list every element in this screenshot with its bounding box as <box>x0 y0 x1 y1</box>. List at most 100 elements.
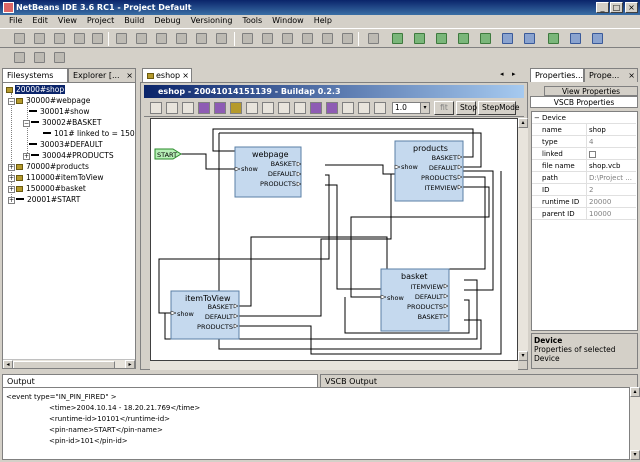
tree-scroll-thumb[interactable] <box>13 361 115 368</box>
menu-help[interactable]: Help <box>309 15 337 27</box>
diagram-vertical-scrollbar[interactable]: ▴ ▾ <box>518 118 528 361</box>
tree-node-shop[interactable]: 20000#shop <box>6 85 66 95</box>
output-console[interactable]: <event type="IN_PIN_FIRED" > <time>2004.… <box>2 387 630 460</box>
step-icon[interactable] <box>182 102 194 114</box>
close-tab-icon[interactable]: × <box>628 69 635 82</box>
paste-icon[interactable] <box>156 33 167 44</box>
home-icon[interactable] <box>166 102 178 114</box>
back-icon[interactable] <box>358 102 370 114</box>
property-row[interactable]: runtime ID 20000 <box>532 196 636 208</box>
property-row[interactable]: parent ID 10000 <box>532 208 636 220</box>
run-icon[interactable] <box>342 33 353 44</box>
collapse-icon[interactable]: − <box>23 119 30 127</box>
menu-view[interactable]: View <box>53 15 82 27</box>
tab-filesystems[interactable]: Filesystems <box>2 68 68 82</box>
tab-vscb-output[interactable]: VSCB Output <box>320 374 638 388</box>
print-icon[interactable] <box>92 33 103 44</box>
toggle-breakpoint-icon[interactable] <box>502 33 513 44</box>
forward-icon[interactable] <box>374 102 386 114</box>
add-device-icon[interactable] <box>230 102 242 114</box>
stop-icon[interactable] <box>150 102 162 114</box>
close-tab-icon[interactable]: × <box>126 69 133 82</box>
scroll-up-icon[interactable]: ▴ <box>518 118 528 128</box>
close-tab-icon[interactable]: × <box>182 69 189 82</box>
device-node-webpage[interactable]: webpage show BASKET DEFAULT PRODUCTS <box>234 146 302 198</box>
expand-icon[interactable]: + <box>23 152 30 160</box>
build-icon[interactable] <box>262 33 273 44</box>
redo-icon[interactable] <box>216 33 227 44</box>
start-pin[interactable]: START <box>154 148 182 160</box>
collapse-icon[interactable]: − <box>534 112 540 123</box>
tree-node-webpage[interactable]: −30000#webpage <box>8 96 91 106</box>
scroll-up-icon[interactable]: ▴ <box>630 387 640 397</box>
menu-versioning[interactable]: Versioning <box>186 15 238 27</box>
pause-icon[interactable] <box>480 33 491 44</box>
device-node-itemtoview[interactable]: itemToView show BASKET DEFAULT PRODUCTS <box>170 290 240 340</box>
new-icon[interactable] <box>14 33 25 44</box>
step-into-icon[interactable] <box>392 33 403 44</box>
tab-explorer[interactable]: Explorer [... × <box>68 68 136 82</box>
delete-icon[interactable] <box>176 33 187 44</box>
menu-file[interactable]: File <box>4 15 27 27</box>
undo-icon[interactable] <box>196 33 207 44</box>
execute-icon[interactable] <box>302 33 313 44</box>
debug-icon[interactable] <box>322 33 333 44</box>
menu-build[interactable]: Build <box>119 15 149 27</box>
diagram-horizontal-scrollbar[interactable] <box>150 361 518 370</box>
disabled-tool-icon[interactable] <box>294 102 306 114</box>
tree-node-basket[interactable]: +150000#basket <box>8 184 87 194</box>
zoom-select[interactable]: 1.0 ▾ <box>392 102 430 114</box>
property-section[interactable]: − Device <box>532 112 636 124</box>
fix-icon[interactable] <box>548 33 559 44</box>
attach-debugger-icon[interactable] <box>592 33 603 44</box>
scroll-right-icon[interactable]: ▸ <box>125 360 135 368</box>
cut-icon[interactable] <box>116 33 127 44</box>
collapse-icon[interactable]: − <box>8 97 15 105</box>
tab-properties-2[interactable]: Prope... × <box>584 68 638 82</box>
menu-tools[interactable]: Tools <box>237 15 267 27</box>
tree-node-products[interactable]: +70000#products <box>8 162 90 172</box>
device-node-products[interactable]: products show BASKET DEFAULT PRODUCTS IT… <box>394 140 464 202</box>
output-vertical-scrollbar[interactable]: ▴ ▾ <box>630 387 640 460</box>
compile-icon[interactable] <box>282 33 293 44</box>
scroll-left-icon[interactable]: ◂ <box>3 360 13 368</box>
tab-vscb-properties[interactable]: VSCB Properties <box>530 96 638 108</box>
tree-node-basket-pin[interactable]: −30002#BASKET <box>23 118 102 128</box>
linked-checkbox[interactable] <box>589 150 596 158</box>
property-row[interactable]: type 4 <box>532 136 636 148</box>
tree-node-default-pin[interactable]: 30003#DEFAULT <box>29 140 104 150</box>
pin-tool-2-icon[interactable] <box>326 102 338 114</box>
delete-element-icon[interactable] <box>278 102 290 114</box>
find-icon[interactable] <box>242 33 253 44</box>
link-tool-icon[interactable] <box>246 102 258 114</box>
tab-scroll-right-icon[interactable]: ▸ <box>512 70 516 78</box>
menu-debug[interactable]: Debug <box>149 15 185 27</box>
copy-icon[interactable] <box>136 33 147 44</box>
tab-output[interactable]: Output <box>2 374 318 388</box>
run-to-cursor-icon[interactable] <box>458 33 469 44</box>
diagram-canvas[interactable]: START webpage show BASKET DEFAULT PRODUC… <box>150 118 518 361</box>
property-row[interactable]: file name shop.vcb <box>532 160 636 172</box>
tree-node-start[interactable]: +20001#START <box>8 195 81 205</box>
add-output-pin-icon[interactable] <box>214 102 226 114</box>
save-icon[interactable] <box>54 33 65 44</box>
stepmode-button[interactable]: StepMode <box>478 101 520 115</box>
pin-tool-icon[interactable] <box>310 102 322 114</box>
tab-eshop[interactable]: eshop × <box>142 68 192 82</box>
device-node-basket[interactable]: basket show ITEMVIEW DEFAULT PRODUCTS BA… <box>380 268 450 332</box>
add-input-pin-icon[interactable] <box>198 102 210 114</box>
property-row[interactable]: linked <box>532 148 636 160</box>
new-watch-icon[interactable] <box>524 33 535 44</box>
menu-project[interactable]: Project <box>82 15 119 27</box>
property-row[interactable]: name shop <box>532 124 636 136</box>
expand-icon[interactable]: + <box>8 174 15 182</box>
tab-view-properties[interactable]: View Properties <box>544 86 638 96</box>
save-all-icon[interactable] <box>74 33 85 44</box>
expand-icon[interactable]: + <box>8 185 15 193</box>
tree-node-products-pin[interactable]: +30004#PRODUCTS <box>23 151 115 161</box>
step-over-icon[interactable] <box>368 33 379 44</box>
fit-button[interactable]: fit <box>434 101 454 115</box>
scroll-down-icon[interactable]: ▾ <box>630 450 640 460</box>
tab-scroll-left-icon[interactable]: ◂ <box>500 70 504 78</box>
property-row[interactable]: path D:\Project ... <box>532 172 636 184</box>
